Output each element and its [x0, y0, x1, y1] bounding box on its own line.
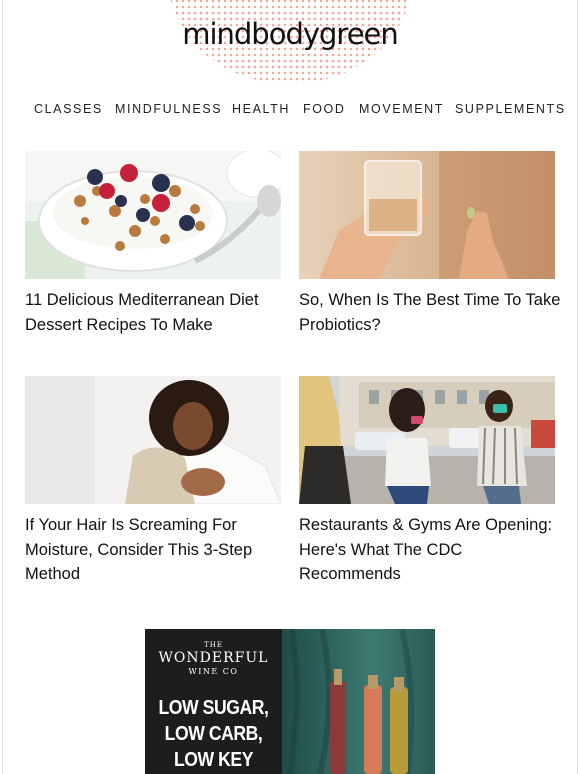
article-title-cdc-reopening[interactable]: Restaurants & Gyms Are Opening: Here's W…: [299, 513, 561, 587]
woman-towel-hair-image: [25, 376, 281, 504]
top-nav: CLASSES MINDFULNESS HEALTH FOOD MOVEMENT…: [0, 102, 580, 120]
logo-text: mindbodygreen: [182, 17, 399, 51]
probiotic-hands-image: [299, 151, 555, 279]
ad-brand-wine: WINE CO: [188, 667, 239, 676]
nav-item-food[interactable]: FOOD: [303, 102, 346, 116]
article-title-mediterranean-desserts[interactable]: 11 Delicious Mediterranean Diet Dessert …: [25, 288, 287, 337]
nav-item-health[interactable]: HEALTH: [232, 102, 290, 116]
article-image-hair[interactable]: [25, 376, 281, 504]
article-image-yogurt[interactable]: [25, 151, 281, 279]
ad-headline-line-1: LOW SUGAR,: [158, 697, 269, 719]
article-title-probiotics-timing[interactable]: So, When Is The Best Time To Take Probio…: [299, 288, 561, 337]
ad-text-panel: THE WONDERFUL WINE CO LOW SUGAR, LOW CAR…: [145, 629, 282, 774]
people-wearing-masks-image: [299, 376, 555, 504]
article-image-masks[interactable]: [299, 376, 555, 504]
ad-image-panel: [282, 629, 435, 774]
nav-item-movement[interactable]: MOVEMENT: [359, 102, 444, 116]
nav-item-supplements[interactable]: SUPPLEMENTS: [455, 102, 566, 116]
ad-headline-line-3: LOW KEY: [173, 749, 254, 771]
ad-brand-name: WONDERFUL: [158, 650, 269, 666]
yogurt-bowl-image: [25, 151, 281, 279]
wine-bottles-image: [287, 629, 414, 774]
ad-brand-the: THE: [204, 641, 223, 649]
wine-ad-banner[interactable]: THE WONDERFUL WINE CO LOW SUGAR, LOW CAR…: [145, 629, 435, 774]
ad-headline-line-2: LOW CARB,: [164, 723, 263, 745]
logo[interactable]: mindbodygreen: [160, 0, 420, 86]
nav-item-classes[interactable]: CLASSES: [34, 102, 103, 116]
article-title-hair-moisture[interactable]: If Your Hair Is Screaming For Moisture, …: [25, 513, 287, 587]
nav-item-mindfulness[interactable]: MINDFULNESS: [115, 102, 222, 116]
article-image-probiotics[interactable]: [299, 151, 555, 279]
